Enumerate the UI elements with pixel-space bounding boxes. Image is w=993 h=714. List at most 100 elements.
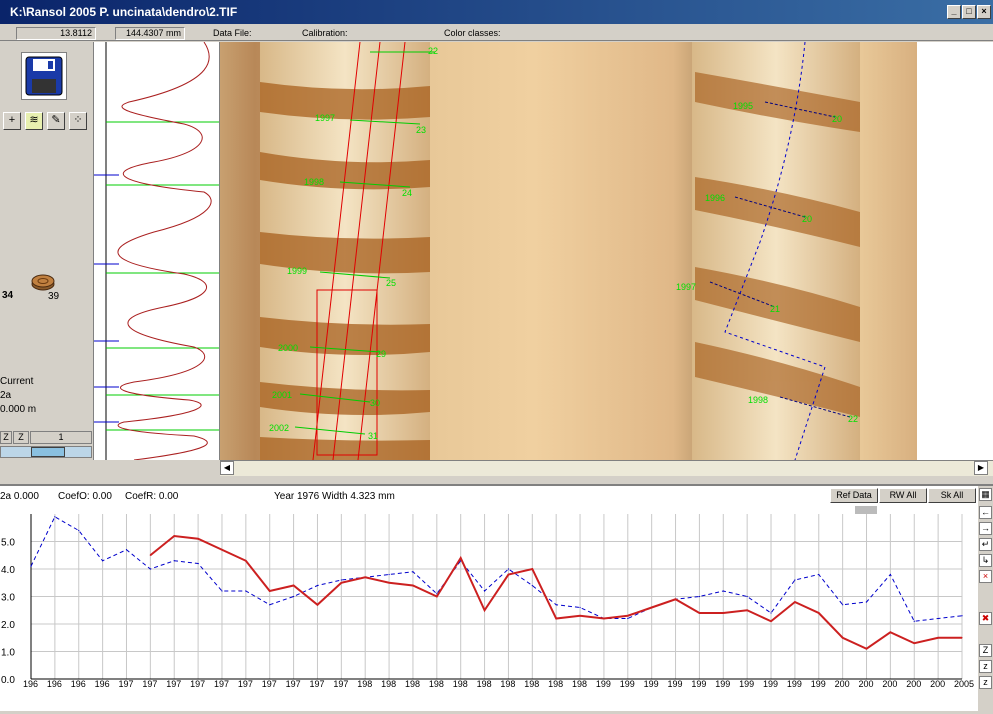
x-tick-label: 2005 <box>954 679 974 689</box>
y-tick-label: 5.0 <box>1 538 15 549</box>
data-point <box>627 615 629 617</box>
zoom-z-icon[interactable]: Z <box>979 644 992 657</box>
save-button[interactable] <box>21 52 67 100</box>
zoom-z-small-icon[interactable]: z <box>979 660 992 673</box>
close-x-icon[interactable]: × <box>979 570 992 583</box>
data-point <box>627 617 629 620</box>
z-toggle-a[interactable]: Z <box>0 431 12 444</box>
data-point <box>364 576 366 578</box>
multi-x-icon[interactable]: ✖ <box>979 612 992 625</box>
data-point <box>54 516 56 518</box>
ref-data-button[interactable]: Ref Data <box>830 488 878 503</box>
scroll-left-arrow-icon[interactable]: ◀ <box>220 461 234 475</box>
coef-o: CoefO: 0.00 <box>58 491 112 502</box>
data-point <box>651 606 653 609</box>
mini-scrollbar[interactable] <box>0 446 92 458</box>
data-point <box>794 579 796 581</box>
data-point <box>865 601 868 603</box>
data-point <box>173 535 175 537</box>
x-tick-label: 199 <box>691 679 706 689</box>
x-tick-label: 198 <box>477 679 492 689</box>
x-tick-label: 198 <box>524 679 539 689</box>
current-label: Current <box>0 376 34 387</box>
y-tick-label: 4.0 <box>1 565 15 576</box>
arrow-left-icon[interactable]: ← <box>979 506 992 519</box>
arrow-right-icon[interactable]: → <box>979 522 992 535</box>
data-point <box>149 568 151 570</box>
data-point <box>531 568 533 570</box>
data-point <box>842 604 844 606</box>
ring-value-label: 23 <box>416 125 427 135</box>
pen-icon[interactable]: ✎ <box>47 112 65 130</box>
x-tick-label: 198 <box>500 679 515 689</box>
x-tick-label: 196 <box>23 679 38 689</box>
y-tick-label: 3.0 <box>1 593 15 604</box>
scroll-right-arrow-icon[interactable]: ▶ <box>974 461 988 475</box>
data-point <box>770 612 772 614</box>
x-tick-label: 199 <box>620 679 635 689</box>
tree-ring-icon[interactable]: ≋ <box>25 112 43 130</box>
y-tick-label: 2.0 <box>1 620 15 631</box>
data-point <box>794 601 796 603</box>
image-horizontal-scrollbar[interactable]: ◀ ▶ <box>220 460 993 476</box>
data-point <box>292 584 295 587</box>
x-tick-label: 198 <box>405 679 420 689</box>
z-toggle-button[interactable]: Z <box>13 431 29 444</box>
calibration-label: Calibration: <box>302 28 348 38</box>
ring-year-label: 1998 <box>304 177 325 187</box>
data-point <box>913 642 915 644</box>
wood-core-picture <box>220 42 917 460</box>
data-point <box>269 590 271 592</box>
x-tick-label: 197 <box>286 679 301 689</box>
x-tick-label: 198 <box>572 679 587 689</box>
x-tick-label: 196 <box>47 679 62 689</box>
data-point <box>603 617 605 620</box>
ring-value-label: 22 <box>848 414 859 424</box>
rw-all-button[interactable]: RW All <box>879 488 927 503</box>
data-point <box>555 617 557 620</box>
grid-icon[interactable]: ▦ <box>979 488 992 501</box>
return-right-icon[interactable]: ↳ <box>979 554 992 567</box>
year-width-info: Year 1976 Width 4.323 mm <box>274 491 395 502</box>
data-point <box>746 595 748 598</box>
data-point <box>842 637 844 639</box>
ring-value-label: 20 <box>832 114 843 124</box>
page-number: 1 <box>30 431 92 444</box>
maximize-button[interactable]: □ <box>962 5 976 19</box>
return-left-icon[interactable]: ↵ <box>979 538 992 551</box>
sk-all-button[interactable]: Sk All <box>928 488 976 503</box>
window-title-bar: K:\Ransol 2005 P. uncinata\dendro\2.TIF … <box>0 0 993 24</box>
x-tick-label: 197 <box>309 679 324 689</box>
coef-r: CoefR: 0.00 <box>125 491 179 502</box>
x-tick-label: 199 <box>668 679 683 689</box>
data-point <box>245 560 247 562</box>
ring-value-label: 25 <box>386 278 397 288</box>
data-point <box>125 549 128 551</box>
x-tick-label: 198 <box>453 679 468 689</box>
crosshair-icon[interactable]: + <box>3 112 21 130</box>
ring-year-label: 2002 <box>269 423 290 433</box>
data-point <box>937 637 939 639</box>
mini-scroll-thumb[interactable] <box>31 447 65 457</box>
close-button[interactable]: × <box>977 5 991 19</box>
zoom-out-icon[interactable]: ᴢ <box>979 676 992 689</box>
data-point <box>507 568 510 570</box>
x-tick-label: 200 <box>930 679 945 689</box>
data-point <box>698 612 701 614</box>
data-point <box>531 584 533 587</box>
left-panel: + ≋ ✎ ⁘ 34 39 Current 2a 0.000 m Z Z 1 <box>0 42 93 460</box>
y-tick-label: 1.0 <box>1 648 15 659</box>
data-point <box>197 562 199 565</box>
wood-core-image[interactable]: 1997 1998 1999 2000 2001 2002 22 23 24 2… <box>220 42 917 460</box>
x-tick-label: 197 <box>118 679 133 689</box>
data-point <box>865 648 868 650</box>
points-icon[interactable]: ⁘ <box>69 112 87 130</box>
data-point <box>173 560 175 562</box>
chart-svg: 0.0 1.0 2.0 3.0 4.0 5.0 196 196 196 196 197 197 197 1… <box>1 514 974 689</box>
data-point <box>579 615 581 617</box>
x-tick-label: 198 <box>357 679 372 689</box>
ring-value-label: 24 <box>402 188 413 198</box>
color-classes-label: Color classes: <box>444 28 501 38</box>
minimize-button[interactable]: _ <box>947 5 961 19</box>
ring-year-label: 1997 <box>676 282 697 292</box>
